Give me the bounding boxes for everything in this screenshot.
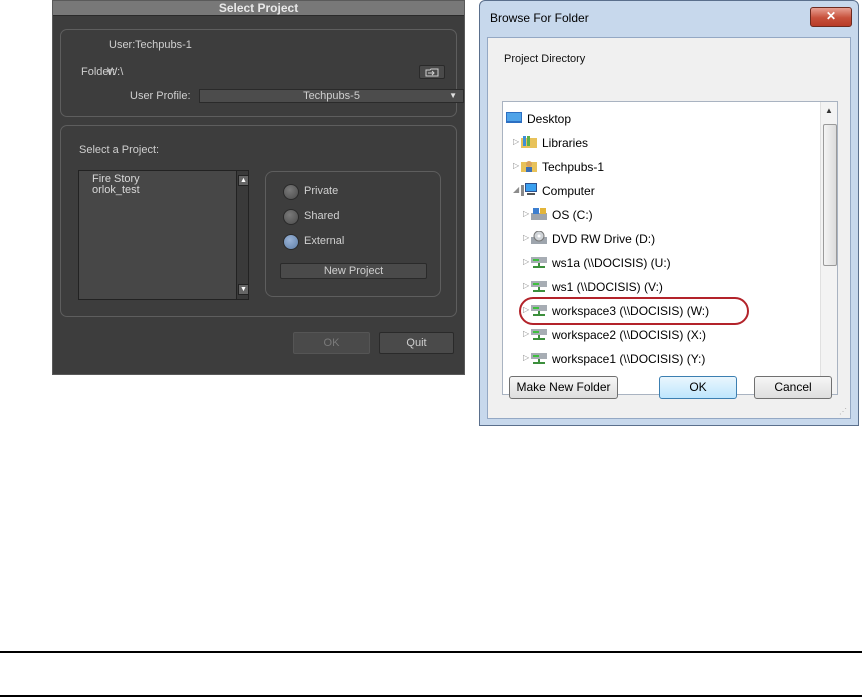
tree-item[interactable]: ▷ OS (C:) [503,206,803,224]
expand-arrow-icon[interactable]: ▷ [523,329,529,338]
network-drive-icon [531,351,547,365]
select-project-label: Select a Project: [79,144,160,156]
dvd-drive-icon [531,230,547,245]
project-list-scrollbar[interactable]: ▲ ▼ [236,171,249,299]
expand-arrow-icon[interactable]: ▷ [523,233,529,242]
tree-item-label: OS (C:) [552,208,593,222]
scroll-up-icon[interactable]: ▲ [825,106,833,115]
chevron-down-icon: ▼ [449,91,457,100]
radio-private-label: Private [304,185,339,197]
expand-arrow-icon[interactable]: ▷ [523,209,529,218]
tree-item-label: Desktop [527,112,572,126]
close-button[interactable]: ✕ [810,7,852,27]
user-value: Techpubs-1 [135,39,192,51]
new-project-button[interactable]: New Project [280,263,427,279]
folder-browse-button[interactable] [419,65,445,79]
network-drive-icon [531,327,547,341]
list-item[interactable]: orlok_test [79,185,248,196]
tree-item[interactable]: ▷ workspace1 (\\DOCISIS) (Y:) [503,350,803,368]
radio-shared-indicator [283,209,299,225]
radio-external-label: External [304,235,345,247]
user-profile-label: User Profile: [130,90,191,102]
tree-item[interactable]: ▷ ws1a (\\DOCISIS) (U:) [503,254,803,272]
close-icon: ✕ [825,9,837,23]
tree-item[interactable]: ◢ Computer [503,182,803,200]
browse-title: Browse For Folder [490,11,589,25]
cancel-button[interactable]: Cancel [754,376,832,399]
browse-heading: Project Directory [504,53,586,65]
divider-rule [0,695,862,697]
radio-external-indicator [283,234,299,250]
tree-item-label: workspace1 (\\DOCISIS) (Y:) [552,352,706,366]
tree-item-label: Libraries [542,136,589,150]
ok-button[interactable]: OK [659,376,737,399]
project-list[interactable]: Fire Story orlok_test ▲ ▼ [78,170,249,300]
tree-item[interactable]: ▷ DVD RW Drive (D:) [503,230,803,248]
expand-arrow-icon[interactable]: ▷ [513,161,519,170]
folder-browse-icon [425,68,439,77]
tree-item-label: Computer [542,184,595,198]
radio-shared-label: Shared [304,210,340,222]
ok-button[interactable]: OK [293,332,370,354]
folder-tree[interactable]: ▷ workspace1 (\\DOCISIS) (Y:) ▷ workspace2 … [502,101,838,395]
tree-item-label: ws1 (\\DOCISIS) (V:) [552,280,663,294]
user-label: User: [109,39,136,51]
scroll-down-icon[interactable]: ▼ [238,284,249,295]
select-project-dialog: Select Project User: Techpubs-1 Folder: … [52,0,465,375]
libraries-icon [521,135,537,149]
desktop-icon [506,111,522,125]
tree-item-label: workspace2 (\\DOCISIS) (X:) [552,328,707,342]
tree-item[interactable]: ▷ Techpubs-1 [503,158,803,176]
browse-titlebar[interactable]: Browse For Folder ✕ [480,1,858,37]
tree-item-label: Techpubs-1 [542,160,605,174]
scroll-thumb[interactable] [823,124,837,266]
tree-scrollbar[interactable]: ▲ ▼ [820,102,837,394]
expand-arrow-icon[interactable]: ▷ [513,137,519,146]
expand-arrow-icon[interactable]: ▷ [523,281,529,290]
user-folder-icon [521,159,537,173]
folder-value: W:\ [107,66,124,78]
divider-rule [0,651,862,653]
computer-icon [521,183,537,197]
hard-drive-icon [531,207,547,221]
tree-item-label: ws1a (\\DOCISIS) (U:) [552,256,671,270]
select-project-title: Select Project [53,1,464,16]
quit-button[interactable]: Quit [379,332,454,354]
tree-item[interactable]: ▷ workspace2 (\\DOCISIS) (X:) [503,326,803,344]
scroll-up-icon[interactable]: ▲ [238,175,249,186]
network-drive-icon [531,255,547,269]
highlight-annotation-ring [519,297,749,325]
tree-item[interactable]: Desktop [503,110,803,128]
make-new-folder-button[interactable]: Make New Folder [509,376,618,399]
tree-item[interactable]: ▷ Libraries [503,134,803,152]
tree-item[interactable]: ▷ ws1 (\\DOCISIS) (V:) [503,278,803,296]
expand-arrow-icon[interactable]: ▷ [523,257,529,266]
expand-arrow-icon[interactable]: ▷ [523,353,529,362]
collapse-arrow-icon[interactable]: ◢ [513,185,519,194]
user-profile-value: Techpubs-5 [303,90,360,102]
browse-for-folder-dialog: Browse For Folder ✕ Project Directory ▷ w… [479,0,859,426]
resize-grip-icon[interactable]: ⋰ [839,407,847,416]
user-profile-select[interactable]: Techpubs-5 ▼ [199,89,464,103]
network-drive-icon [531,279,547,293]
browse-client-area: Project Directory ▷ workspace1 (\\DOCISIS… [487,37,851,419]
tree-item-label: DVD RW Drive (D:) [552,232,656,246]
radio-private-indicator [283,184,299,200]
project-type-group: Private Shared External New Project [265,171,441,297]
